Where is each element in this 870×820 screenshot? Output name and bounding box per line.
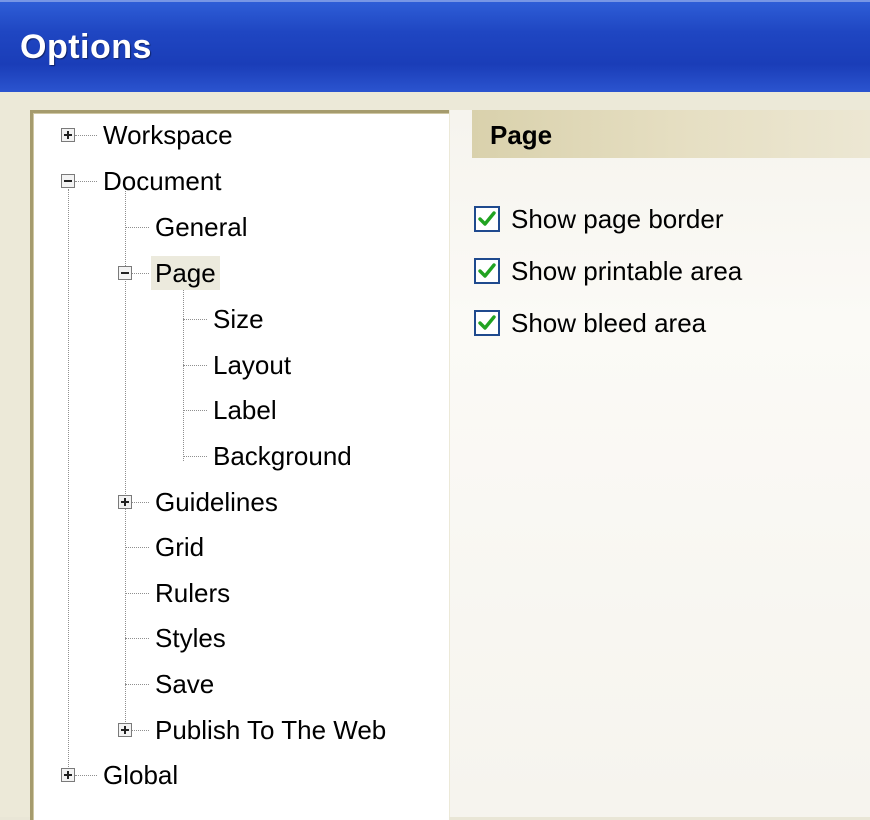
tree-item-general[interactable]: General (33, 210, 433, 244)
show-page-border-option[interactable]: Show page border (474, 202, 854, 238)
tree-item-label: Document (103, 166, 222, 196)
tree-item-save[interactable]: Save (33, 667, 433, 701)
option-label: Show printable area (511, 256, 743, 286)
show-bleed-area-option[interactable]: Show bleed area (474, 306, 854, 342)
tree-item-guidelines[interactable]: Guidelines (33, 485, 433, 519)
show-printable-area-option[interactable]: Show printable area (474, 254, 864, 290)
tree-item-label: Label (213, 395, 277, 425)
tree-item-background[interactable]: Background (33, 439, 433, 473)
show-printable-area-checkbox[interactable] (474, 258, 500, 284)
tree-item-label: Size (213, 304, 264, 334)
page-settings-panel: Page Show page border Show printable are… (450, 110, 870, 817)
panel-header: Page (472, 110, 870, 158)
tree-item-label: Styles (155, 623, 226, 653)
tree-item-document[interactable]: Document (33, 164, 433, 198)
tree-item-label: Background (213, 441, 352, 471)
options-window: Options Workspace Document General Page … (0, 0, 870, 820)
tree-item-label: Layout (213, 350, 292, 380)
tree-item-publish-to-web[interactable]: Publish To The Web (33, 713, 443, 747)
window-title: Options (20, 28, 152, 66)
collapse-icon[interactable] (61, 174, 75, 188)
panel-title: Page (490, 120, 553, 150)
options-tree[interactable]: Workspace Document General Page Size Lay… (30, 110, 449, 820)
show-bleed-area-checkbox[interactable] (474, 310, 500, 336)
option-label: Show bleed area (511, 308, 707, 338)
tree-item-label: Page (151, 256, 220, 290)
tree-item-page[interactable]: Page (33, 256, 433, 290)
tree-item-label: Global (103, 760, 179, 790)
tree-item-workspace[interactable]: Workspace (33, 118, 433, 152)
expand-icon[interactable] (118, 495, 132, 509)
checkmark-icon (478, 263, 496, 278)
tree-item-label: Workspace (103, 120, 233, 150)
expand-icon[interactable] (61, 128, 75, 142)
show-page-border-checkbox[interactable] (474, 206, 500, 232)
tree-item-label: Grid (155, 532, 205, 562)
tree-item-label: Publish To The Web (155, 715, 387, 745)
checkmark-icon (478, 211, 496, 226)
collapse-icon[interactable] (118, 266, 132, 280)
tree-item-rulers[interactable]: Rulers (33, 576, 433, 610)
tree-item-label: General (155, 212, 248, 242)
tree-item-label: Rulers (155, 578, 231, 608)
expand-icon[interactable] (61, 768, 75, 782)
title-bar[interactable]: Options (0, 0, 870, 92)
tree-item-styles[interactable]: Styles (33, 621, 433, 655)
tree-item-size[interactable]: Size (33, 302, 433, 336)
tree-item-layout[interactable]: Layout (33, 348, 433, 382)
tree-item-global[interactable]: Global (33, 758, 433, 792)
tree-item-label-node[interactable]: Label (33, 393, 433, 427)
option-label: Show page border (511, 204, 724, 234)
tree-item-label: Guidelines (155, 487, 278, 517)
expand-icon[interactable] (118, 723, 132, 737)
tree-item-grid[interactable]: Grid (33, 530, 433, 564)
tree-item-label: Save (155, 669, 215, 699)
checkmark-icon (478, 315, 496, 330)
